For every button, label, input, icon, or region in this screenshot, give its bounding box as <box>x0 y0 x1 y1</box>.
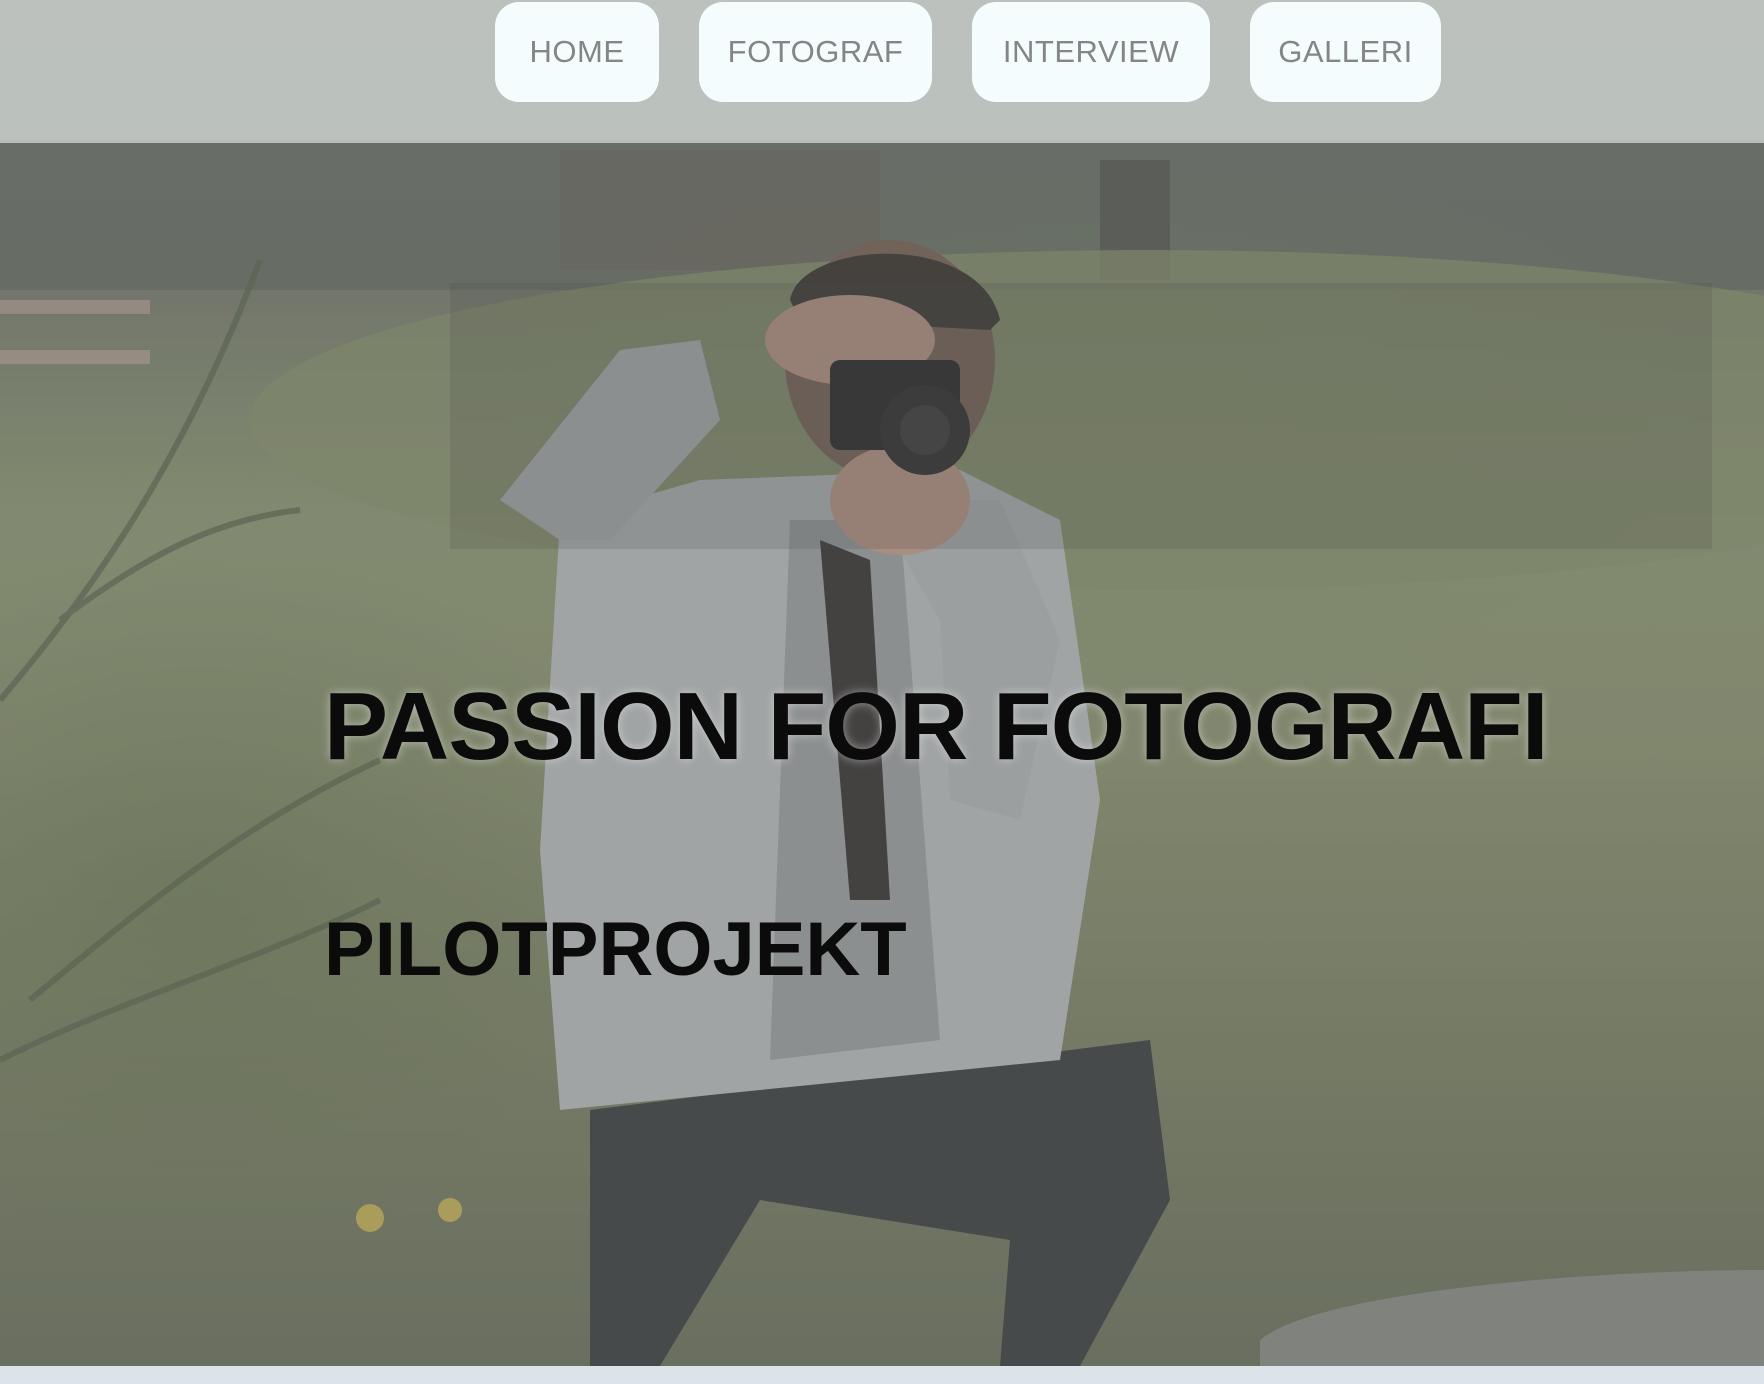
bottom-bar <box>0 1366 1764 1384</box>
main-navigation: HOME FOTOGRAF INTERVIEW GALLERI <box>495 2 1441 102</box>
nav-galleri-button[interactable]: GALLERI <box>1250 2 1441 102</box>
nav-interview-button[interactable]: INTERVIEW <box>972 2 1210 102</box>
translucent-overlay-box <box>450 283 1712 549</box>
nav-home-button[interactable]: HOME <box>495 2 659 102</box>
nav-fotograf-button[interactable]: FOTOGRAF <box>699 2 932 102</box>
hero-title: PASSION FOR FOTOGRAFI <box>324 673 1548 780</box>
nav-bar: HOME FOTOGRAF INTERVIEW GALLERI <box>0 0 1764 143</box>
hero-subtitle: PILOTPROJEKT <box>324 907 907 992</box>
